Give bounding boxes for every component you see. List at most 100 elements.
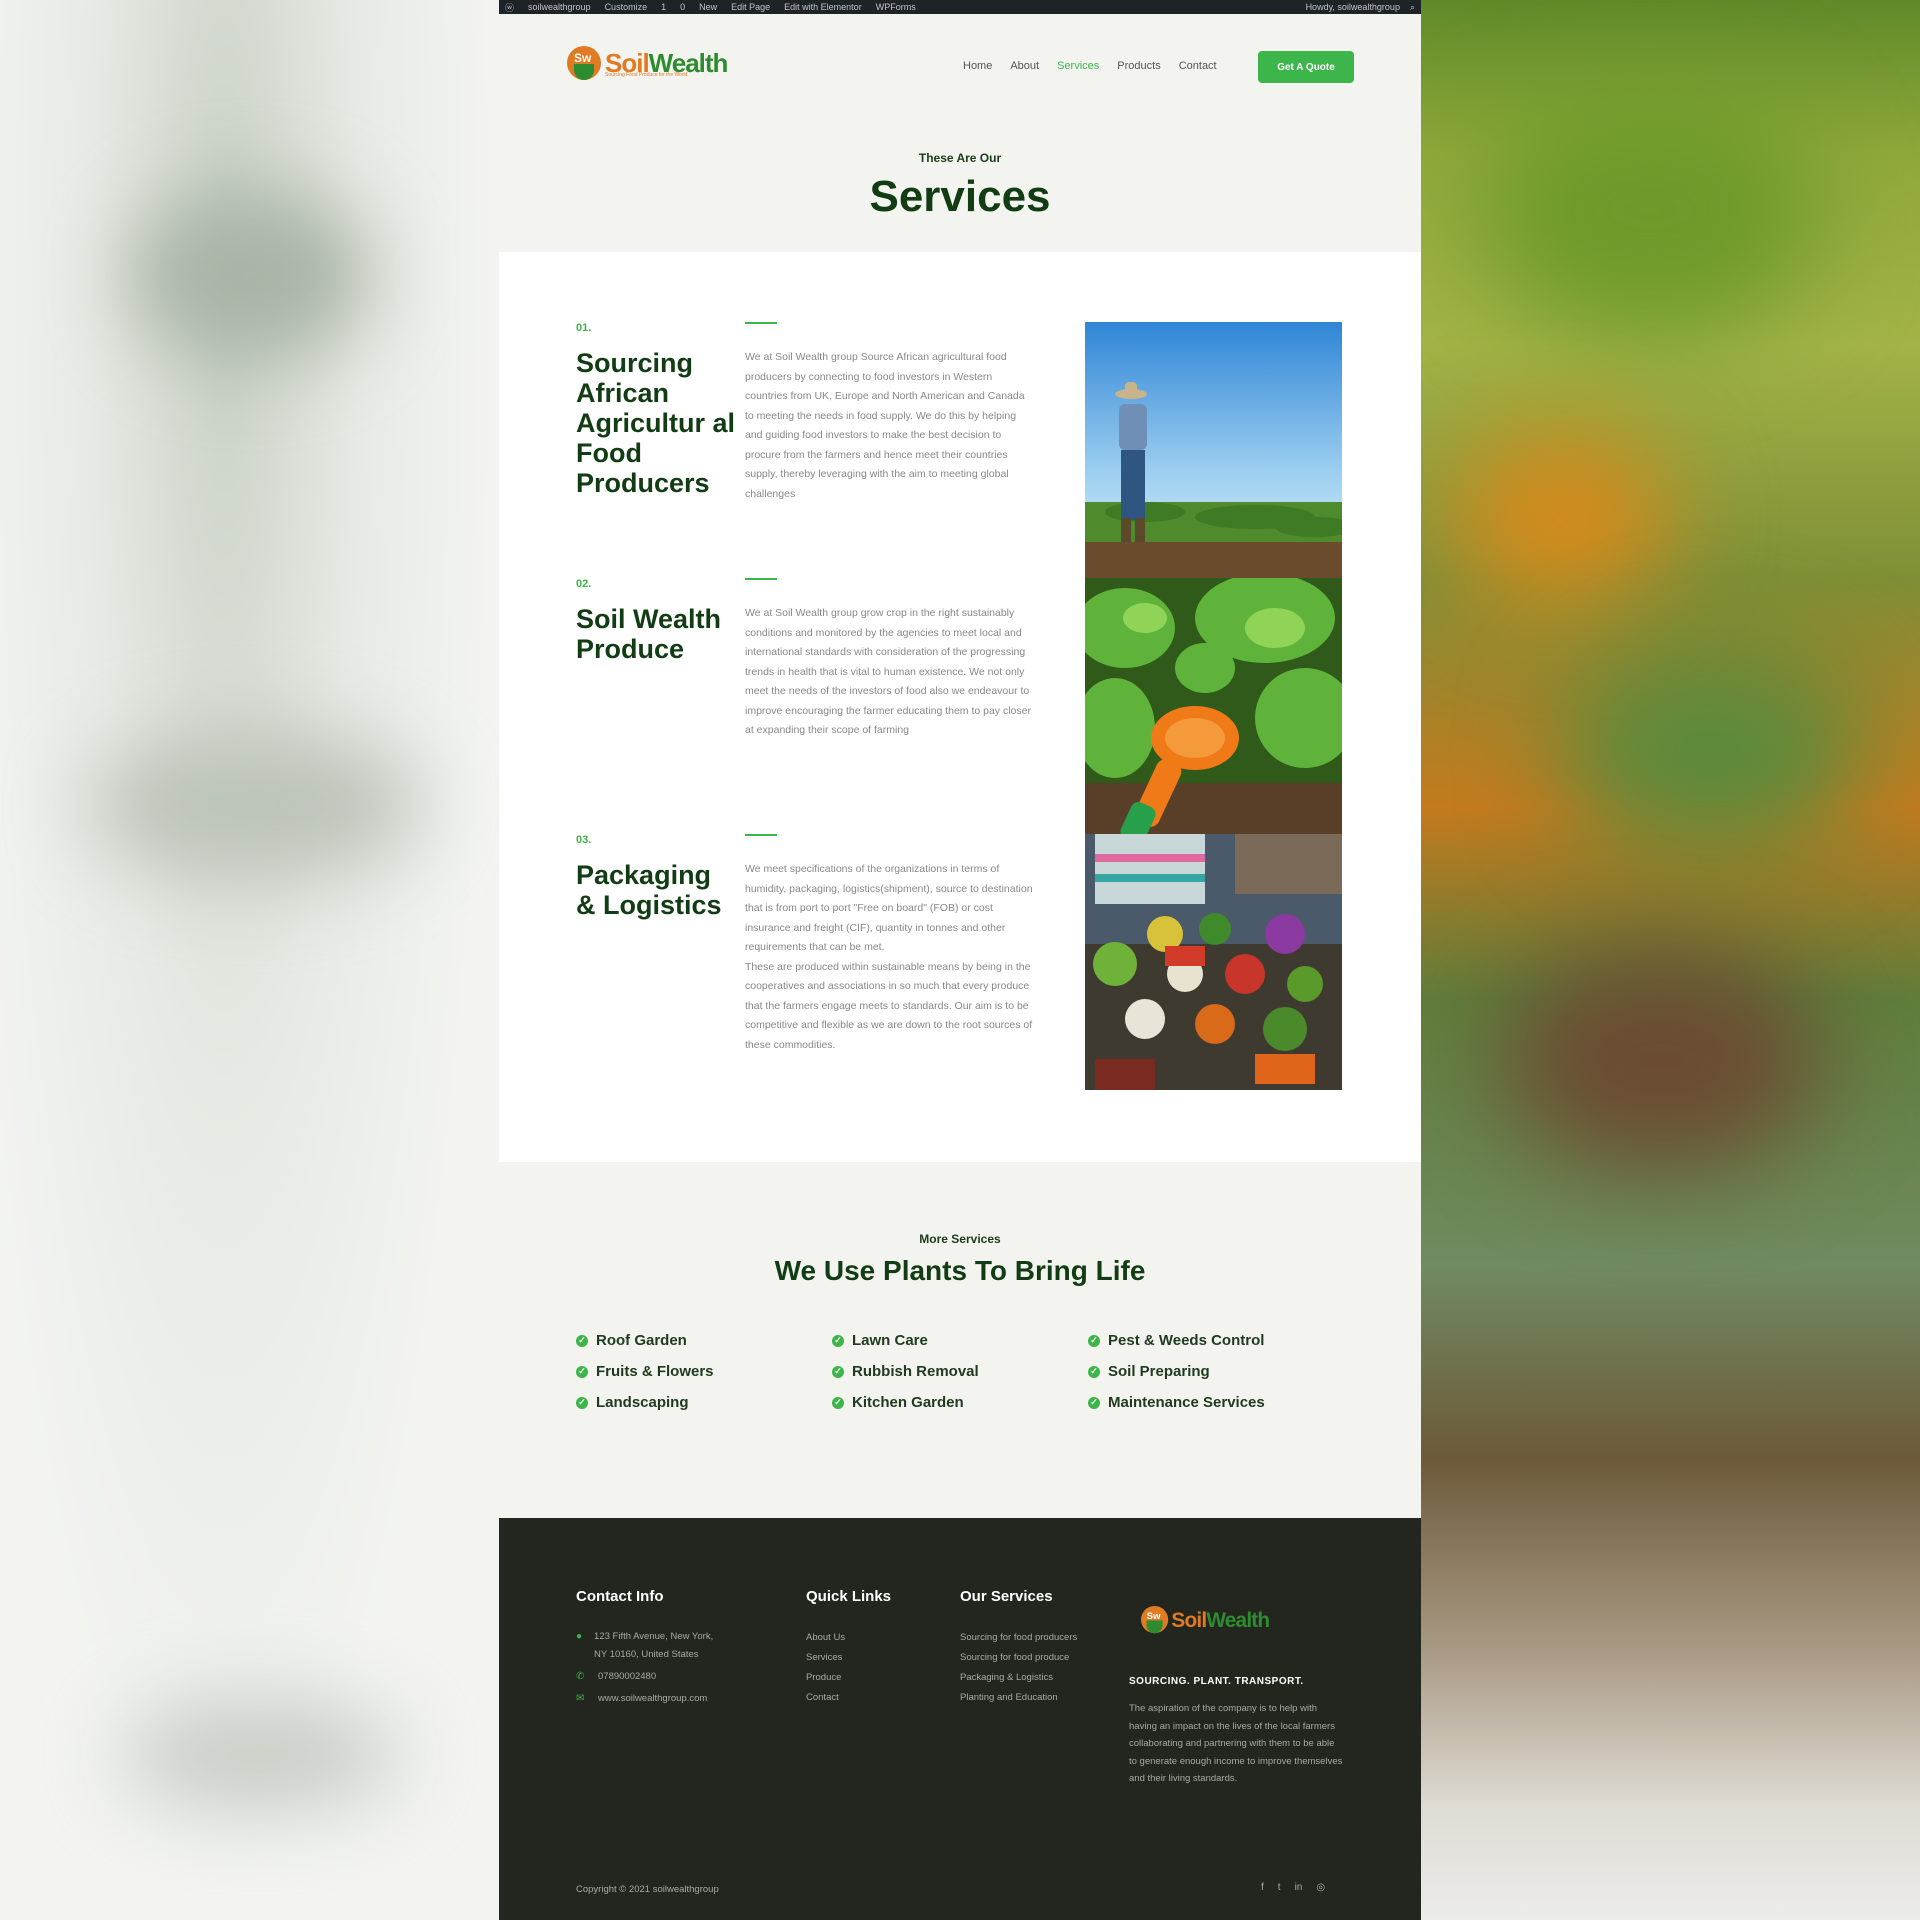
admin-edit-page[interactable]: Edit Page — [731, 2, 770, 12]
footer-service-link[interactable]: Packaging & Logistics — [960, 1672, 1053, 1683]
check-circle-icon: ✓ — [576, 1365, 588, 1378]
footer-link-produce[interactable]: Produce — [806, 1672, 841, 1683]
list-item: ✓ Roof Garden — [576, 1332, 832, 1349]
website-page: ⓦ soilwealthgroup Customize 1 0 New Edit… — [499, 0, 1421, 1920]
blur-blob — [1451, 430, 1671, 610]
list-item: ✓ Landscaping — [576, 1394, 832, 1411]
footer-about-text: The aspiration of the company is to help… — [1129, 1703, 1343, 1784]
check-circle-icon: ✓ — [832, 1396, 844, 1409]
market-produce-image — [1085, 834, 1342, 1090]
service-divider — [745, 322, 777, 324]
list-item: ✓ Pest & Weeds Control — [1088, 1332, 1356, 1349]
check-circle-icon: ✓ — [1088, 1396, 1100, 1409]
footer-tagline: SOURCING. PLANT. TRANSPORT. — [1129, 1676, 1304, 1687]
hero-section: Sw SoilWealth Sourcing Food Produce for … — [499, 14, 1421, 252]
social-links: f t in ◎ — [1261, 1882, 1325, 1893]
service-title: Soil Wealth Produce — [576, 604, 722, 664]
admin-updates[interactable]: 1 — [661, 2, 666, 12]
admin-wpforms[interactable]: WPForms — [876, 2, 916, 12]
more-services-title: We Use Plants To Bring Life — [774, 1255, 1146, 1286]
service-description: We at Soil Wealth group Source African a… — [745, 351, 1025, 500]
logo-mark-icon: Sw — [567, 46, 601, 80]
footer-service-link[interactable]: Planting and Education — [960, 1692, 1058, 1703]
main-nav: Home About Services Products Contact — [963, 60, 1217, 72]
more-services-section: More Services We Use Plants To Bring Lif… — [499, 1162, 1421, 1518]
footer-logo[interactable]: Sw SoilWealth — [1141, 1606, 1270, 1634]
list-item: ✓ Lawn Care — [832, 1332, 1088, 1349]
check-circle-icon: ✓ — [576, 1396, 588, 1409]
service-title: Packaging & Logistics — [576, 860, 722, 920]
site-logo[interactable]: Sw SoilWealth Sourcing Food Produce for … — [567, 46, 728, 80]
linkedin-icon[interactable]: in — [1295, 1882, 1303, 1893]
search-icon[interactable]: ⌕ — [1410, 2, 1415, 13]
footer-phone[interactable]: ✆ 07890002480 — [576, 1668, 656, 1686]
instagram-icon[interactable]: ◎ — [1316, 1882, 1325, 1893]
footer-link-services[interactable]: Services — [806, 1652, 842, 1663]
blurred-background-right — [1421, 0, 1920, 1920]
check-circle-icon: ✓ — [832, 1365, 844, 1378]
page-title: Services — [869, 172, 1051, 221]
check-circle-icon: ✓ — [832, 1334, 844, 1347]
wordpress-icon[interactable]: ⓦ — [505, 1, 514, 14]
admin-comments[interactable]: 0 — [680, 2, 685, 12]
wp-admin-bar: ⓦ soilwealthgroup Customize 1 0 New Edit… — [499, 0, 1421, 14]
admin-edit-elementor[interactable]: Edit with Elementor — [784, 2, 862, 12]
twitter-icon[interactable]: t — [1278, 1882, 1281, 1893]
footer-address: ● 123 Fifth Avenue, New York, NY 10160, … — [576, 1628, 726, 1664]
blur-blob — [130, 190, 370, 360]
phone-icon: ✆ — [576, 1671, 585, 1682]
more-services-list: ✓ Roof Garden ✓ Lawn Care ✓ Pest & Weeds Co… — [576, 1332, 1356, 1411]
footer-contact-heading: Contact Info — [576, 1588, 664, 1605]
envelope-icon: ✉ — [576, 1693, 585, 1704]
copyright: Copyright © 2021 soilwealthgroup — [576, 1884, 719, 1895]
more-services-pretitle: More Services — [919, 1232, 1001, 1246]
service-number: 03. — [576, 834, 592, 846]
location-pin-icon: ● — [576, 1631, 583, 1642]
logo-tagline: Sourcing Food Produce for the World — [605, 72, 688, 78]
admin-site-name[interactable]: soilwealthgroup — [528, 2, 591, 12]
site-footer: Contact Info ● 123 Fifth Avenue, New Yor… — [499, 1518, 1421, 1920]
farmer-field-image — [1085, 322, 1342, 578]
admin-customize[interactable]: Customize — [605, 2, 648, 12]
footer-service-link[interactable]: Sourcing for food produce — [960, 1652, 1069, 1663]
service-number: 02. — [576, 578, 592, 590]
blurred-background-left — [0, 0, 499, 1920]
admin-new[interactable]: New — [699, 2, 717, 12]
get-a-quote-button[interactable]: Get A Quote — [1258, 51, 1354, 83]
blur-blob — [1481, 80, 1821, 340]
footer-website[interactable]: ✉ www.soilwealthgroup.com — [576, 1690, 707, 1708]
service-divider — [745, 578, 777, 580]
check-circle-icon: ✓ — [1088, 1365, 1100, 1378]
list-item: ✓ Fruits & Flowers — [576, 1363, 832, 1380]
watering-plants-image — [1085, 578, 1342, 834]
nav-products[interactable]: Products — [1117, 60, 1160, 72]
list-item: ✓ Rubbish Removal — [832, 1363, 1088, 1380]
list-item: ✓ Soil Preparing — [1088, 1363, 1356, 1380]
footer-link-contact[interactable]: Contact — [806, 1692, 839, 1703]
nav-services[interactable]: Services — [1057, 60, 1099, 72]
blur-blob — [1501, 950, 1821, 1170]
hero-pretitle: These Are Our — [918, 151, 1002, 165]
footer-quick-links-heading: Quick Links — [806, 1588, 892, 1605]
list-item: ✓ Kitchen Garden — [832, 1394, 1088, 1411]
list-item: ✓ Maintenance Services — [1088, 1394, 1356, 1411]
footer-services-heading: Our Services — [960, 1588, 1053, 1605]
footer-link-about[interactable]: About Us — [806, 1632, 845, 1643]
service-description: We meet specifications of the organizati… — [745, 863, 1033, 1051]
service-description: We at Soil Wealth group grow crop in the… — [745, 607, 1031, 736]
logo-wordmark: SoilWealth — [1171, 1607, 1270, 1632]
blur-blob — [1561, 640, 1861, 860]
blur-blob — [90, 730, 420, 880]
facebook-icon[interactable]: f — [1261, 1882, 1264, 1893]
footer-service-link[interactable]: Sourcing for food producers — [960, 1632, 1077, 1643]
logo-mark-icon: Sw — [1141, 1606, 1169, 1634]
nav-home[interactable]: Home — [963, 60, 992, 72]
nav-about[interactable]: About — [1010, 60, 1039, 72]
blur-blob — [120, 1700, 400, 1810]
admin-howdy[interactable]: Howdy, soilwealthgroup — [1306, 2, 1400, 13]
nav-contact[interactable]: Contact — [1179, 60, 1217, 72]
check-circle-icon: ✓ — [1088, 1334, 1100, 1347]
service-title: Sourcing African Agricultur al Food Prod… — [576, 348, 736, 498]
check-circle-icon: ✓ — [576, 1334, 588, 1347]
services-section: 01. Sourcing African Agricultur al Food … — [499, 252, 1421, 1162]
